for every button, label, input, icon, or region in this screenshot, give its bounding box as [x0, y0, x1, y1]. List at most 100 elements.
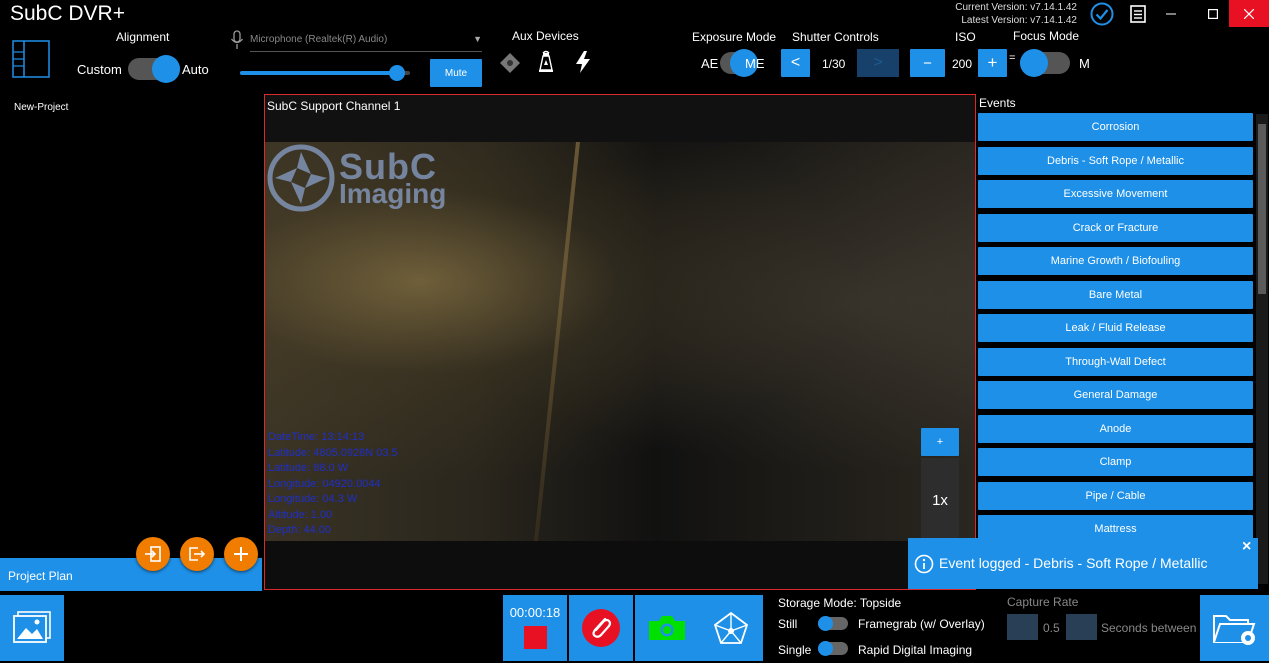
project-name[interactable]: New-Project [14, 102, 68, 113]
channel-label: SubC Support Channel 1 [267, 99, 401, 113]
event-button-pipe-cable[interactable]: Pipe / Cable [978, 482, 1253, 510]
alignment-label: Alignment [116, 30, 170, 44]
project-panel: New-Project [0, 92, 262, 592]
video-letterbox [265, 541, 975, 589]
microphone-select-value: Microphone (Realtek(R) Audio) [250, 34, 388, 45]
focus-mode-toggle[interactable] [1020, 49, 1070, 77]
single-mode-toggle-knob [818, 641, 833, 656]
capture-rate-increase-button[interactable] [1066, 614, 1097, 640]
cable-streak [534, 142, 580, 541]
event-button-marine-growth[interactable]: Marine Growth / Biofouling [978, 247, 1253, 275]
event-button-clamp[interactable]: Clamp [978, 448, 1253, 476]
toolbar: Alignment Custom Auto Microphone (Realte… [0, 27, 1269, 92]
exposure-ae-label: AE [701, 56, 719, 71]
event-button-excessive-movement[interactable]: Excessive Movement [978, 180, 1253, 208]
add-button[interactable] [224, 537, 258, 571]
info-icon [914, 554, 934, 574]
gallery-icon [13, 611, 51, 643]
project-plan-tab[interactable]: Project Plan [0, 558, 262, 591]
bottom-bar: 00:00:18 Storage Mode: Topside Still Fra… [0, 592, 1269, 663]
event-button-general-damage[interactable]: General Damage [978, 381, 1253, 409]
alignment-custom-label: Custom [77, 62, 122, 77]
focus-mode-label: Focus Mode [1013, 29, 1080, 43]
mute-button[interactable]: Mute [430, 59, 482, 87]
focus-auto-label: = [1009, 52, 1016, 64]
aux-devices-label: Aux Devices [512, 29, 579, 43]
check-update-icon[interactable] [1090, 2, 1114, 26]
shutter-controls-label: Shutter Controls [792, 30, 879, 44]
shutter-increase-button[interactable]: > [857, 49, 899, 77]
notification-message: Event logged - Debris - Soft Rope / Meta… [939, 555, 1208, 571]
single-mode-option: Rapid Digital Imaging [858, 643, 973, 657]
layout-icon[interactable] [12, 40, 50, 78]
events-scrollbar-thumb[interactable] [1258, 124, 1266, 294]
zoom-in-button[interactable]: + [921, 428, 959, 456]
single-mode-toggle[interactable] [818, 641, 848, 656]
gallery-button[interactable] [0, 595, 64, 661]
volume-slider-fill [240, 71, 397, 75]
record-button[interactable]: 00:00:18 [503, 595, 567, 661]
notes-icon[interactable] [1129, 4, 1147, 24]
storage-mode: Storage Mode: Topside [778, 596, 902, 610]
alignment-toggle-knob [152, 55, 180, 83]
iso-value: 200 [952, 57, 973, 71]
folder-settings-button[interactable] [1200, 595, 1269, 661]
flash-icon[interactable] [573, 50, 593, 74]
camera-image: SubC Imaging DateTime: 13:14:13 Latitude… [265, 142, 975, 541]
watermark-imaging: Imaging [339, 178, 447, 209]
export-icon [189, 547, 206, 561]
still-mode-toggle[interactable] [818, 616, 848, 631]
plus-icon [234, 547, 248, 561]
exposure-me-label: ME [745, 56, 765, 71]
zoom-control: + 1x [921, 428, 959, 542]
minimize-button[interactable] [1151, 0, 1191, 27]
network-button[interactable] [699, 595, 763, 661]
volume-slider-thumb[interactable] [389, 65, 405, 81]
folder-settings-icon [1212, 615, 1255, 645]
microphone-icon [230, 30, 244, 50]
microphone-select[interactable]: Microphone (Realtek(R) Audio) ▼ [250, 32, 482, 52]
video-feed[interactable]: SubC Support Channel 1 SubC Imaging Date… [264, 94, 976, 590]
export-button[interactable] [180, 537, 214, 571]
lantern-icon[interactable] [537, 50, 555, 74]
events-panel: Events Corrosion Debris - Soft Rope / Me… [976, 92, 1269, 592]
overlay-line: Longitude: 04920.0044 [268, 477, 381, 490]
event-button-crack[interactable]: Crack or Fracture [978, 214, 1253, 242]
still-mode-option: Framegrab (w/ Overlay) [858, 617, 985, 631]
stop-icon [524, 626, 547, 649]
event-button-anode[interactable]: Anode [978, 415, 1253, 443]
camera-icon [649, 616, 685, 640]
event-button-bare-metal[interactable]: Bare Metal [978, 281, 1253, 309]
shutter-decrease-button[interactable]: < [781, 49, 810, 77]
alignment-toggle[interactable] [128, 55, 180, 83]
title-bar: SubC DVR+ Current Version: v7.14.1.42 La… [0, 0, 1269, 27]
still-label: Still [778, 617, 798, 631]
notification-close-button[interactable]: × [1242, 538, 1251, 556]
alignment-auto-label: Auto [182, 62, 209, 77]
iso-decrease-button[interactable]: − [910, 49, 945, 77]
chevron-down-icon: ▼ [473, 34, 482, 44]
import-button[interactable] [136, 537, 170, 571]
event-button-debris[interactable]: Debris - Soft Rope / Metallic [978, 147, 1253, 175]
snapshot-button[interactable] [635, 595, 699, 661]
event-button-through-wall[interactable]: Through-Wall Defect [978, 348, 1253, 376]
network-icon [713, 611, 749, 644]
overlay-line: Altitude: 1.00 [268, 508, 333, 521]
iso-increase-button[interactable]: + [978, 49, 1007, 77]
latest-version: Latest Version: v7.14.1.42 [961, 15, 1077, 26]
event-button-leak[interactable]: Leak / Fluid Release [978, 314, 1253, 342]
maximize-button[interactable] [1193, 0, 1233, 27]
event-button-corrosion[interactable]: Corrosion [978, 113, 1253, 141]
focus-mode-toggle-knob [1020, 49, 1048, 77]
exposure-mode-toggle[interactable] [720, 49, 758, 77]
capture-rate-label: Capture Rate [1007, 595, 1079, 609]
volume-slider[interactable] [240, 65, 410, 81]
close-button[interactable] [1229, 0, 1269, 27]
overlay-line: Latitude: 88.0 W [268, 462, 349, 474]
capture-rate-decrease-button[interactable] [1007, 614, 1038, 640]
single-label: Single [778, 643, 812, 657]
attach-button[interactable] [569, 595, 633, 661]
diamond-icon[interactable] [499, 52, 521, 74]
overlay-line: Longitude: 04.3 W [268, 493, 358, 505]
events-scrollbar[interactable] [1256, 114, 1268, 584]
